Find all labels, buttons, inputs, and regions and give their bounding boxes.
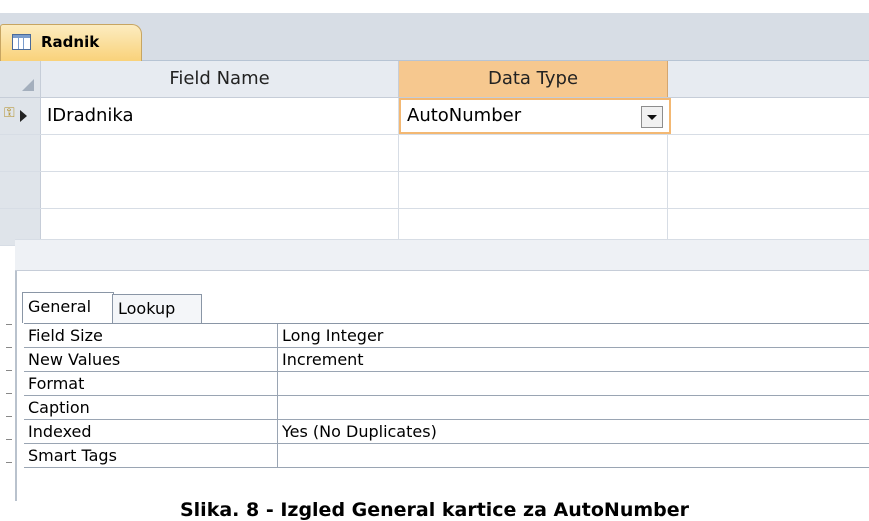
data-type-dropdown-button[interactable] (641, 106, 663, 128)
field-properties-pane: General Lookup Field Size Long Integer N… (0, 271, 869, 501)
row-selector[interactable] (0, 172, 41, 208)
property-row-smart-tags[interactable]: Smart Tags (24, 444, 869, 468)
table-icon (12, 34, 31, 50)
data-type-cell[interactable] (399, 135, 668, 171)
empty-field-row[interactable] (0, 135, 869, 172)
primary-key-icon: ⚿ (4, 105, 15, 121)
pane-splitter[interactable] (15, 239, 869, 272)
property-value[interactable] (277, 372, 862, 395)
pane-border (15, 271, 17, 501)
field-row[interactable]: ⚿ IDradnika AutoNumber (0, 98, 869, 135)
field-name-column-header[interactable]: Field Name (41, 61, 399, 97)
property-label: Field Size (28, 326, 103, 345)
data-type-cell[interactable] (399, 172, 668, 208)
data-type-cell[interactable]: AutoNumber (399, 98, 671, 134)
field-name-cell[interactable] (41, 172, 399, 208)
property-value[interactable]: Increment (277, 348, 862, 371)
property-value[interactable] (277, 396, 862, 419)
property-value[interactable]: Yes (No Duplicates) (277, 420, 862, 443)
property-row-format[interactable]: Format (24, 372, 869, 396)
current-row-arrow-icon (20, 110, 27, 122)
property-label: Smart Tags (28, 446, 117, 465)
data-type-value: AutoNumber (407, 105, 522, 126)
description-cell[interactable] (668, 98, 869, 134)
property-row-indexed[interactable]: Indexed Yes (No Duplicates) (24, 420, 869, 444)
properties-table: Field Size Long Integer New Values Incre… (24, 323, 869, 468)
tab-lookup[interactable]: Lookup (112, 294, 202, 323)
row-selector[interactable] (0, 135, 41, 171)
document-tab-label: Radnik (41, 33, 100, 51)
property-label: Indexed (28, 422, 92, 441)
property-label: Caption (28, 398, 90, 417)
data-type-column-header[interactable]: Data Type (399, 61, 668, 97)
property-label: Format (28, 374, 85, 393)
grid-header: Field Name Data Type (0, 61, 869, 98)
row-ticks (6, 324, 12, 485)
figure-caption: Slika. 8 - Izgled General kartice za Aut… (179, 499, 690, 521)
field-name-cell[interactable] (41, 135, 399, 171)
select-all-corner[interactable] (0, 61, 41, 97)
property-value[interactable]: Long Integer (277, 324, 862, 347)
document-tab-radnik[interactable]: Radnik (0, 24, 142, 61)
row-selector[interactable]: ⚿ (0, 98, 41, 134)
table-design-grid: Field Name Data Type ⚿ IDradnika AutoNum… (0, 61, 869, 246)
property-row-caption[interactable]: Caption (24, 396, 869, 420)
field-name-cell[interactable]: IDradnika (41, 98, 399, 134)
property-row-new-values[interactable]: New Values Increment (24, 348, 869, 372)
document-tab-strip: Radnik (0, 13, 869, 61)
tab-general[interactable]: General (22, 292, 114, 323)
empty-field-row[interactable] (0, 172, 869, 209)
property-value[interactable] (277, 444, 862, 467)
property-label: New Values (28, 350, 121, 369)
property-row-field-size[interactable]: Field Size Long Integer (24, 324, 869, 348)
